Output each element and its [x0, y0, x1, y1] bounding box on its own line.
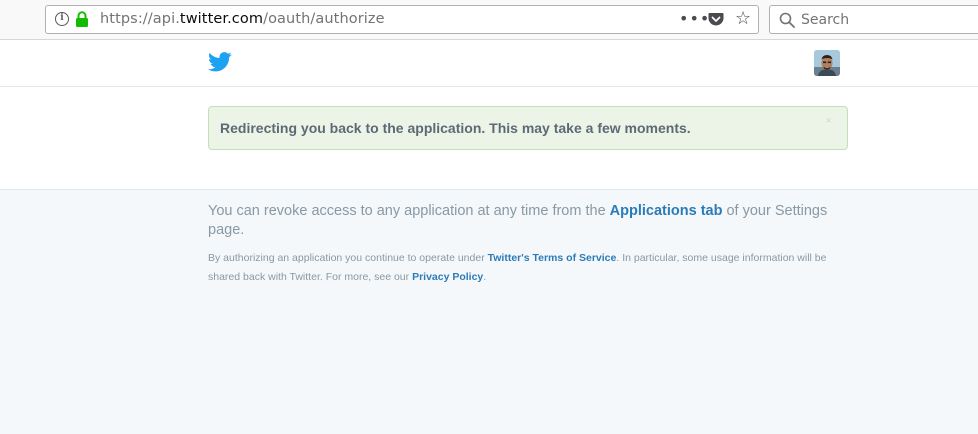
url-path: /oauth/authorize	[263, 11, 385, 27]
url-prefix: https://api.	[100, 11, 180, 27]
privacy-policy-link[interactable]: Privacy Policy	[412, 271, 483, 283]
search-placeholder: Search	[801, 12, 850, 28]
url-host: twitter.com	[179, 11, 264, 27]
applications-tab-link[interactable]: Applications tab	[610, 203, 723, 219]
twitter-bird-icon[interactable]	[208, 52, 232, 72]
url-text[interactable]: https://api.twitter.com/oauth/authorize	[100, 11, 385, 27]
revoke-text-before: You can revoke access to any application…	[208, 203, 610, 219]
alert-message: Redirecting you back to the application.…	[220, 120, 691, 136]
info-icon[interactable]: i	[55, 12, 69, 26]
twitter-header	[0, 40, 978, 87]
user-avatar[interactable]	[814, 50, 840, 76]
star-icon[interactable]: ☆	[735, 10, 751, 28]
alert-close-button[interactable]: ×	[825, 116, 832, 125]
page-actions-menu-button[interactable]: •••	[679, 9, 710, 28]
pocket-icon[interactable]	[708, 12, 724, 27]
terms-of-service-link[interactable]: Twitter's Terms of Service	[488, 252, 617, 264]
legal-text-before: By authorizing an application you contin…	[208, 252, 488, 264]
redirect-alert: Redirecting you back to the application.…	[208, 106, 848, 150]
legal-text-after: .	[483, 271, 487, 283]
lock-icon[interactable]	[75, 11, 89, 28]
main-content: Redirecting you back to the application.…	[0, 87, 978, 190]
search-bar[interactable]: Search	[769, 5, 978, 34]
browser-toolbar: i https://api.twitter.com/oauth/authoriz…	[0, 0, 978, 40]
search-icon	[779, 12, 795, 28]
avatar-image	[814, 50, 840, 76]
address-bar[interactable]: i https://api.twitter.com/oauth/authoriz…	[45, 5, 759, 34]
revoke-notice: You can revoke access to any application…	[208, 202, 843, 240]
legal-notice: By authorizing an application you contin…	[208, 249, 843, 287]
footer-info: You can revoke access to any application…	[208, 202, 843, 287]
